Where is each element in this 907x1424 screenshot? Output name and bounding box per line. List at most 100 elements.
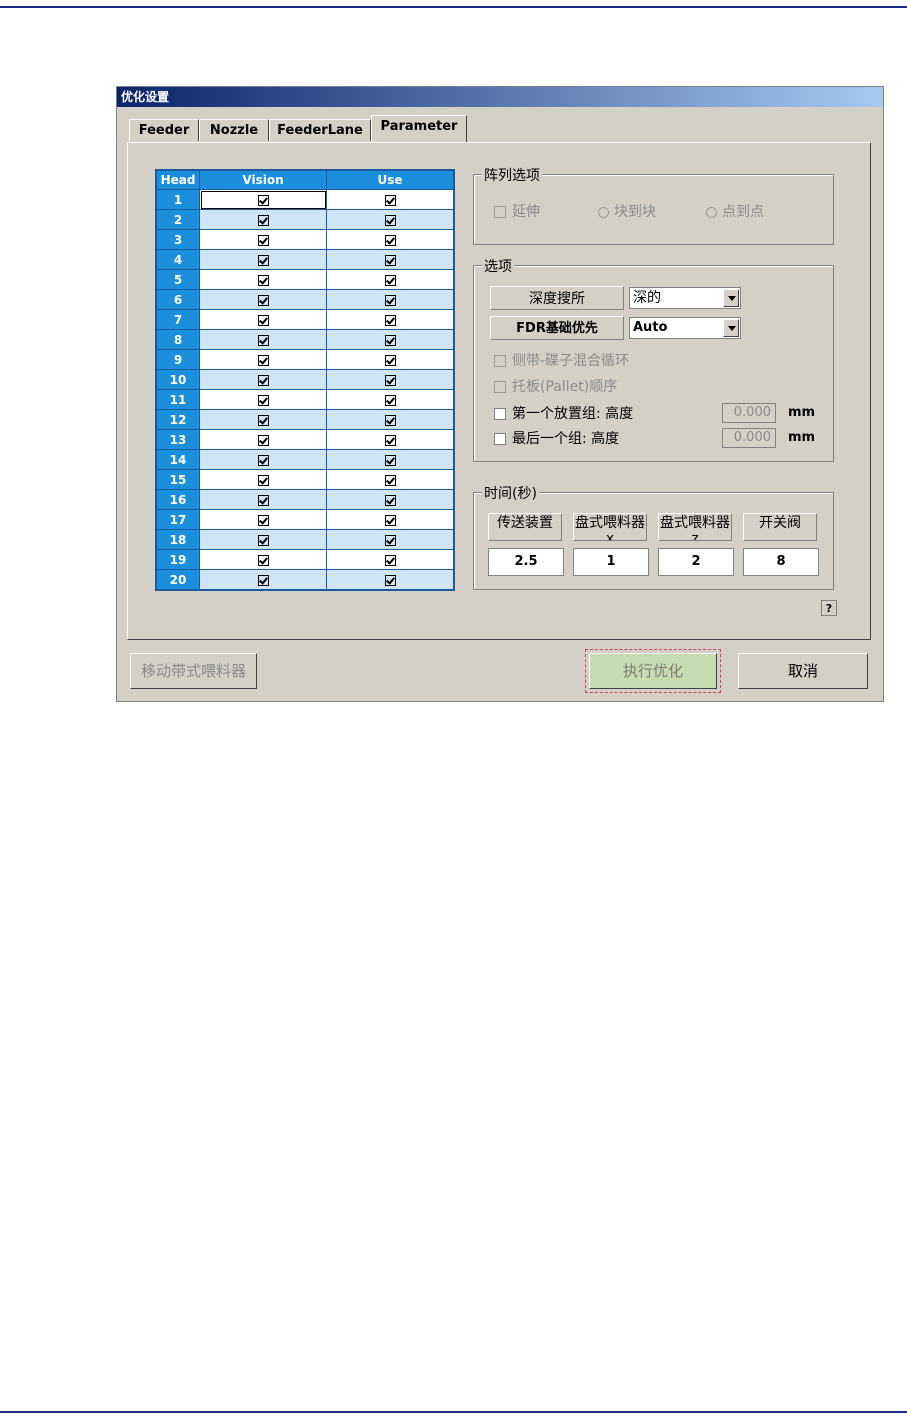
vision-checkbox[interactable] (257, 494, 269, 506)
first-group-checkbox[interactable] (494, 408, 506, 420)
use-checkbox[interactable] (384, 454, 396, 466)
use-checkbox[interactable] (384, 354, 396, 366)
vision-cell[interactable] (199, 269, 327, 290)
use-cell[interactable] (326, 269, 455, 290)
use-cell[interactable] (326, 529, 455, 550)
vision-checkbox[interactable] (257, 334, 269, 346)
vision-checkbox[interactable] (257, 214, 269, 226)
use-cell[interactable] (326, 469, 455, 490)
vision-checkbox[interactable] (257, 254, 269, 266)
vision-checkbox[interactable] (257, 474, 269, 486)
use-checkbox[interactable] (384, 494, 396, 506)
fdr-priority-select[interactable]: Auto (629, 317, 741, 339)
block-to-block-option[interactable]: 块到块 (598, 201, 656, 221)
chevron-down-icon[interactable] (723, 289, 739, 307)
vision-checkbox[interactable] (257, 414, 269, 426)
vision-cell[interactable] (199, 509, 327, 530)
vision-checkbox[interactable] (257, 434, 269, 446)
use-checkbox[interactable] (384, 334, 396, 346)
use-cell[interactable] (326, 509, 455, 530)
use-cell[interactable] (326, 449, 455, 470)
use-cell[interactable] (326, 189, 455, 210)
last-group-option[interactable]: 最后一个组: 高度 (494, 428, 619, 448)
use-checkbox[interactable] (384, 554, 396, 566)
use-checkbox[interactable] (384, 474, 396, 486)
vision-cell[interactable] (199, 309, 327, 330)
pallet-order-option[interactable]: 托板(Pallet)顺序 (494, 376, 617, 396)
tab-feeder[interactable]: Feeder (129, 119, 199, 141)
use-cell[interactable] (326, 289, 455, 310)
vision-cell[interactable] (199, 409, 327, 430)
last-group-checkbox[interactable] (494, 433, 506, 445)
vision-checkbox[interactable] (257, 454, 269, 466)
use-checkbox[interactable] (384, 394, 396, 406)
vision-cell[interactable] (199, 429, 327, 450)
first-group-height-input[interactable]: 0.000 (722, 403, 776, 423)
use-checkbox[interactable] (384, 234, 396, 246)
use-cell[interactable] (326, 329, 455, 350)
extend-option[interactable]: 延伸 (494, 201, 540, 221)
vision-checkbox[interactable] (257, 374, 269, 386)
vision-cell[interactable] (199, 229, 327, 250)
use-cell[interactable] (326, 389, 455, 410)
tab-feederlane[interactable]: FeederLane (269, 119, 371, 141)
vision-cell[interactable] (199, 549, 327, 570)
tab-parameter[interactable]: Parameter (371, 115, 467, 142)
vision-cell[interactable] (199, 529, 327, 550)
point-to-point-radio[interactable] (706, 206, 717, 218)
use-checkbox[interactable] (384, 534, 396, 546)
vision-checkbox[interactable] (257, 514, 269, 526)
use-cell[interactable] (326, 249, 455, 270)
vision-cell[interactable] (199, 489, 327, 510)
side-mixed-checkbox[interactable] (494, 355, 506, 367)
tab-nozzle[interactable]: Nozzle (199, 119, 269, 141)
vision-cell[interactable] (199, 469, 327, 490)
side-mixed-option[interactable]: 侧带-碟子混合循环 (494, 350, 629, 370)
vision-checkbox[interactable] (257, 274, 269, 286)
use-checkbox[interactable] (384, 214, 396, 226)
use-cell[interactable] (326, 409, 455, 430)
vision-checkbox[interactable] (257, 534, 269, 546)
use-checkbox[interactable] (384, 414, 396, 426)
run-optimize-button[interactable]: 执行优化 (585, 649, 721, 693)
chevron-down-icon[interactable] (723, 319, 739, 337)
use-cell[interactable] (326, 229, 455, 250)
vision-checkbox[interactable] (257, 194, 269, 206)
use-cell[interactable] (326, 569, 455, 591)
vision-cell[interactable] (199, 209, 327, 230)
time-value-valve[interactable]: 8 (743, 548, 819, 576)
time-value-conveyor[interactable]: 2.5 (488, 548, 564, 576)
use-checkbox[interactable] (384, 294, 396, 306)
vision-cell[interactable] (199, 189, 327, 210)
vision-checkbox[interactable] (257, 314, 269, 326)
use-checkbox[interactable] (384, 434, 396, 446)
depth-search-select[interactable]: 深的 (629, 287, 741, 309)
vision-checkbox[interactable] (257, 354, 269, 366)
move-feeder-button[interactable]: 移动带式喂料器 (130, 653, 257, 689)
pallet-order-checkbox[interactable] (494, 381, 506, 393)
use-checkbox[interactable] (384, 274, 396, 286)
vision-checkbox[interactable] (257, 394, 269, 406)
use-cell[interactable] (326, 429, 455, 450)
use-cell[interactable] (326, 309, 455, 330)
vision-cell[interactable] (199, 249, 327, 270)
use-cell[interactable] (326, 349, 455, 370)
time-value-tray-x[interactable]: 1 (573, 548, 649, 576)
vision-checkbox[interactable] (257, 234, 269, 246)
use-cell[interactable] (326, 369, 455, 390)
help-button[interactable]: ? (821, 600, 837, 616)
block-to-block-radio[interactable] (598, 206, 609, 218)
use-checkbox[interactable] (384, 194, 396, 206)
use-checkbox[interactable] (384, 314, 396, 326)
vision-cell[interactable] (199, 289, 327, 310)
vision-cell[interactable] (199, 349, 327, 370)
vision-cell[interactable] (199, 449, 327, 470)
extend-checkbox[interactable] (494, 206, 506, 218)
use-cell[interactable] (326, 549, 455, 570)
vision-cell[interactable] (199, 329, 327, 350)
vision-cell[interactable] (199, 569, 327, 591)
vision-cell[interactable] (199, 369, 327, 390)
cancel-button[interactable]: 取消 (738, 653, 868, 689)
time-value-tray-z[interactable]: 2 (658, 548, 734, 576)
first-group-option[interactable]: 第一个放置组: 高度 (494, 403, 633, 423)
